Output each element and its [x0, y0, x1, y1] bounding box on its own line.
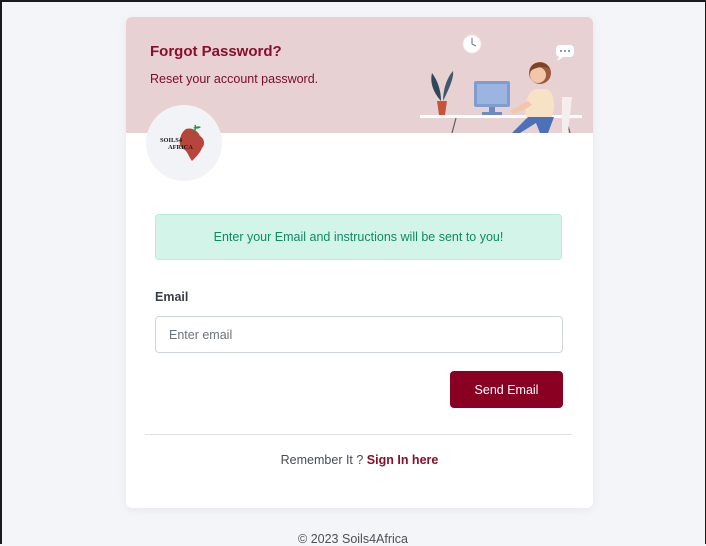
- info-alert: Enter your Email and instructions will b…: [155, 214, 562, 260]
- person-at-desk-illustration: [420, 34, 582, 133]
- divider: [145, 434, 572, 435]
- signin-link[interactable]: Sign In here: [367, 453, 439, 467]
- signin-prompt: Remember It ? Sign In here: [126, 453, 593, 467]
- logo-text-line1: SOILS4: [160, 137, 183, 144]
- page-subtitle: Reset your account password.: [150, 72, 319, 86]
- send-email-button[interactable]: Send Email: [450, 371, 563, 408]
- signin-prompt-text: Remember It ?: [280, 453, 367, 467]
- logo-avatar: SOILS4 AFRICA: [146, 105, 222, 181]
- page-title: Forgot Password?: [150, 43, 282, 60]
- email-input[interactable]: [155, 316, 563, 353]
- email-label: Email: [155, 290, 189, 304]
- forgot-password-card: Forgot Password? Reset your account pass…: [126, 17, 593, 508]
- soils4africa-logo: SOILS4 AFRICA: [160, 124, 205, 161]
- logo-text-line2: AFRICA: [168, 144, 193, 151]
